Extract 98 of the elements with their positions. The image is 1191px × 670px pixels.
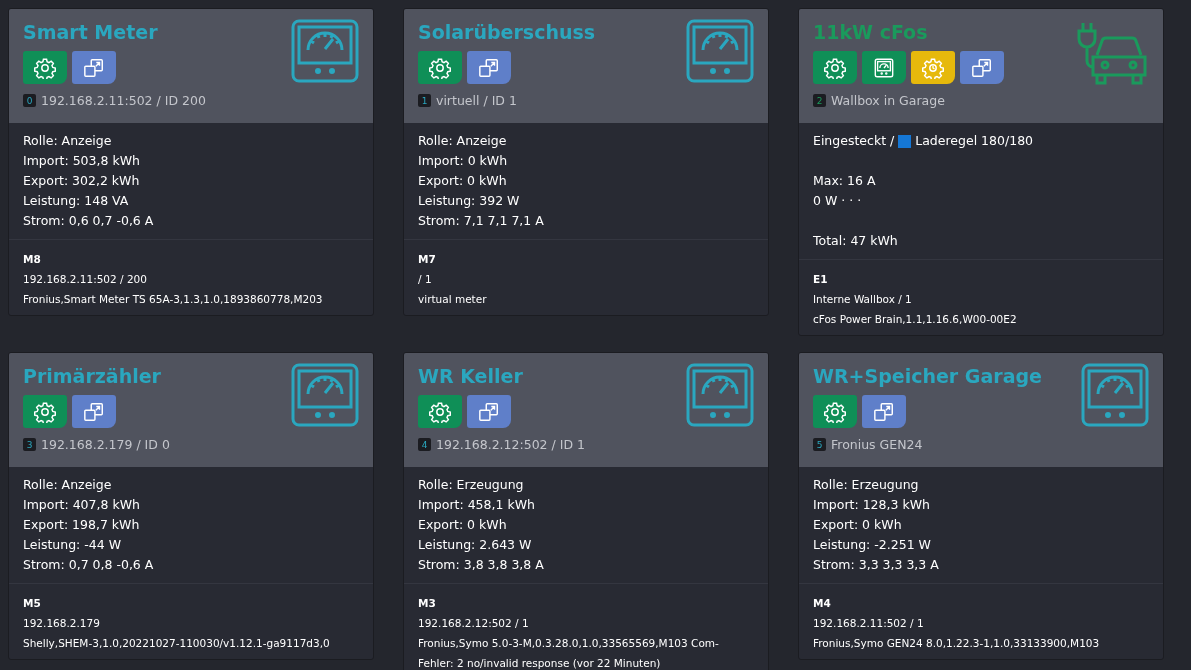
reading-text: Strom: 3,3 3,3 3,3 A <box>813 556 940 574</box>
copy-button[interactable] <box>467 395 511 428</box>
reading-text: Export: 0 kWh <box>418 516 508 534</box>
gauge-icon <box>873 56 895 79</box>
reading-text: Leistung: -2.251 W <box>813 536 932 554</box>
device-address: Fronius GEN24 <box>831 437 923 452</box>
gauge-icon <box>291 363 359 427</box>
settings-button[interactable] <box>23 51 67 84</box>
settings-button[interactable] <box>23 395 67 428</box>
device-address: 192.168.2.11:502 / ID 200 <box>41 93 206 108</box>
reading-text: Import: 128,3 kWh <box>813 496 931 514</box>
device-info: Interne Wallbox / 1 <box>813 292 913 307</box>
device-code: M5 <box>23 596 42 611</box>
device-address: Wallbox in Garage <box>831 93 945 108</box>
device-code: M7 <box>418 252 437 267</box>
settings-button[interactable] <box>813 51 857 84</box>
plug-status: Eingesteckt / <box>813 132 895 150</box>
reading-text: Export: 0 kWh <box>418 172 508 190</box>
reading-text: Leistung: 2.643 W <box>418 536 533 554</box>
settings-button[interactable] <box>418 395 462 428</box>
reading-text: Rolle: Anzeige <box>23 476 113 494</box>
gauge-icon <box>686 19 754 83</box>
device-info: / 1 <box>418 272 433 287</box>
device-title: WR+Speicher Garage <box>813 364 1042 389</box>
device-info: Fronius,Symo 5.0-3-M,0.3.28.0,1.0,33565569,M103 Com-Fehler: 2 no/invalid response (vor 22 Minuten) <box>418 636 720 670</box>
meter-button[interactable] <box>862 51 906 84</box>
device-title: 11kW cFos <box>813 20 929 45</box>
reading-text: Import: 503,8 kWh <box>23 152 141 170</box>
settings-icon <box>34 400 56 423</box>
device-info: Fronius,Symo GEN24 8.0,1.22.3-1,1.0,33133900,M103 <box>813 636 1101 651</box>
device-title: Primärzähler <box>23 364 162 389</box>
reading-text: Strom: 0,6 0,7 -0,6 A <box>23 212 155 230</box>
reading-text: Leistung: 392 W <box>418 192 521 210</box>
copy-button[interactable] <box>72 51 116 84</box>
device-code: M3 <box>418 596 437 611</box>
reading-text: Import: 458,1 kWh <box>418 496 536 514</box>
settings-button[interactable] <box>418 51 462 84</box>
settings-icon <box>429 400 451 423</box>
copy-icon <box>478 400 500 423</box>
reading-text: Export: 0 kWh <box>813 516 903 534</box>
gauge-icon <box>1081 363 1149 427</box>
index-badge: 0 <box>23 94 36 107</box>
copy-icon <box>478 56 500 79</box>
device-info: 192.168.2.179 <box>23 616 101 631</box>
gauge-icon <box>291 19 359 83</box>
gear-clock-icon <box>922 56 944 79</box>
reading-text: Strom: 7,1 7,1 7,1 A <box>418 212 545 230</box>
device-address: virtuell / ID 1 <box>436 93 517 108</box>
reading-text: Leistung: -44 W <box>23 536 123 554</box>
reading-text: Import: 0 kWh <box>418 152 509 170</box>
reading-text: Max: 16 A <box>813 172 877 190</box>
device-info: virtual meter <box>418 292 488 307</box>
copy-button[interactable] <box>862 395 906 428</box>
copy-icon <box>83 56 105 79</box>
reading-text: Rolle: Anzeige <box>23 132 113 150</box>
device-info: 192.168.2.11:502 / 1 <box>813 616 925 631</box>
device-info: Shelly,SHEM-3,1.0,20221027-110030/v1.12.1-ga9117d3,0 <box>23 636 331 651</box>
device-code: M8 <box>23 252 42 267</box>
device-title: Smart Meter <box>23 20 159 45</box>
reading-text: Rolle: Anzeige <box>418 132 508 150</box>
reading-text: 0 W · · · <box>813 192 863 210</box>
index-badge: 5 <box>813 438 826 451</box>
gauge-icon <box>686 363 754 427</box>
device-info: Fronius,Smart Meter TS 65A-3,1.3,1.0,1893860778,M203 <box>23 292 324 307</box>
index-badge: 1 <box>418 94 431 107</box>
reading-text: Rolle: Erzeugung <box>418 476 525 494</box>
device-title: WR Keller <box>418 364 524 389</box>
device-code: E1 <box>813 272 829 287</box>
reading-text: Import: 407,8 kWh <box>23 496 141 514</box>
index-badge: 2 <box>813 94 826 107</box>
settings-icon <box>34 56 56 79</box>
reading-text: Strom: 0,7 0,8 -0,6 A <box>23 556 155 574</box>
device-info: cFos Power Brain,1.1,1.16.6,W00-00E2 <box>813 312 1018 327</box>
charge-rule: Laderegel 180/180 <box>915 132 1034 150</box>
copy-icon <box>83 400 105 423</box>
device-address: 192.168.2.179 / ID 0 <box>41 437 170 452</box>
settings-button[interactable] <box>813 395 857 428</box>
reading-text: Rolle: Erzeugung <box>813 476 920 494</box>
reading-text: Leistung: 148 VA <box>23 192 130 210</box>
reading-text: Export: 302,2 kWh <box>23 172 141 190</box>
settings-icon <box>824 56 846 79</box>
reading-text: Export: 198,7 kWh <box>23 516 141 534</box>
device-title: Solarüberschuss <box>418 20 596 45</box>
device-info: 192.168.2.11:502 / 200 <box>23 272 148 287</box>
reading-text: Strom: 3,8 3,8 3,8 A <box>418 556 545 574</box>
index-badge: 4 <box>418 438 431 451</box>
reading-text: Total: 47 kWh <box>813 232 899 250</box>
index-badge: 3 <box>23 438 36 451</box>
copy-button[interactable] <box>960 51 1004 84</box>
copy-icon <box>873 400 895 423</box>
device-code: M4 <box>813 596 832 611</box>
device-info: 192.168.2.12:502 / 1 <box>418 616 530 631</box>
device-address: 192.168.2.12:502 / ID 1 <box>436 437 585 452</box>
copy-button[interactable] <box>72 395 116 428</box>
settings-icon <box>429 56 451 79</box>
copy-icon <box>971 56 993 79</box>
copy-button[interactable] <box>467 51 511 84</box>
settings-icon <box>824 400 846 423</box>
